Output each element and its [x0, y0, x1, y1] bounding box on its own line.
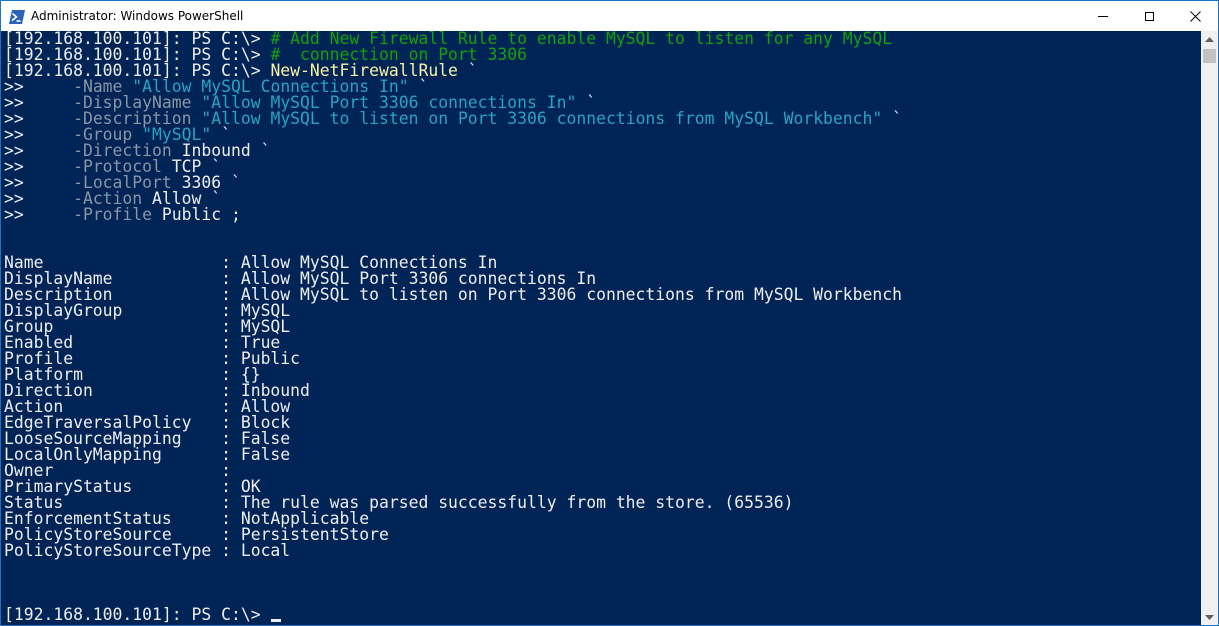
chevron-up-icon [1205, 37, 1214, 42]
string-text: "Allow MySQL to listen on Port 3306 conn… [201, 109, 883, 128]
scrollbar-thumb[interactable] [1203, 49, 1216, 63]
powershell-icon [9, 9, 25, 24]
parameter-text: -Profile [73, 205, 153, 224]
console-line: PolicyStoreSourceType : Local [4, 541, 902, 560]
console-text: [192.168.100.101]: PS C:\> [4, 605, 271, 624]
console-text: PolicyStoreSourceType : Local [4, 541, 291, 560]
chevron-down-icon [1205, 615, 1214, 620]
close-button[interactable] [1172, 1, 1218, 31]
console-lines: [192.168.100.101]: PS C:\> # Add New Fir… [4, 31, 902, 623]
window-title: Administrator: Windows PowerShell [31, 9, 244, 23]
maximize-icon [1144, 11, 1154, 21]
scroll-up-button[interactable] [1201, 31, 1218, 48]
minimize-icon [1098, 15, 1108, 17]
title-bar[interactable]: Administrator: Windows PowerShell [1, 1, 1218, 31]
console-text: ` [882, 109, 903, 128]
powershell-window: Administrator: Windows PowerShell [192.1… [0, 0, 1219, 626]
console-text: >> [4, 205, 74, 224]
minimize-button[interactable] [1080, 1, 1126, 31]
console-line: [192.168.100.101]: PS C:\> [4, 605, 902, 624]
close-icon [1189, 7, 1201, 26]
maximize-button[interactable] [1126, 1, 1172, 31]
text-cursor [271, 619, 282, 622]
console-text: ` [457, 61, 478, 80]
console-output[interactable]: [192.168.100.101]: PS C:\> # Add New Fir… [1, 31, 1201, 625]
console-line: >> -Profile Public ; [4, 205, 902, 224]
vertical-scrollbar[interactable] [1201, 31, 1218, 625]
scroll-down-button[interactable] [1201, 609, 1218, 625]
console-text: Public ; [152, 205, 241, 224]
